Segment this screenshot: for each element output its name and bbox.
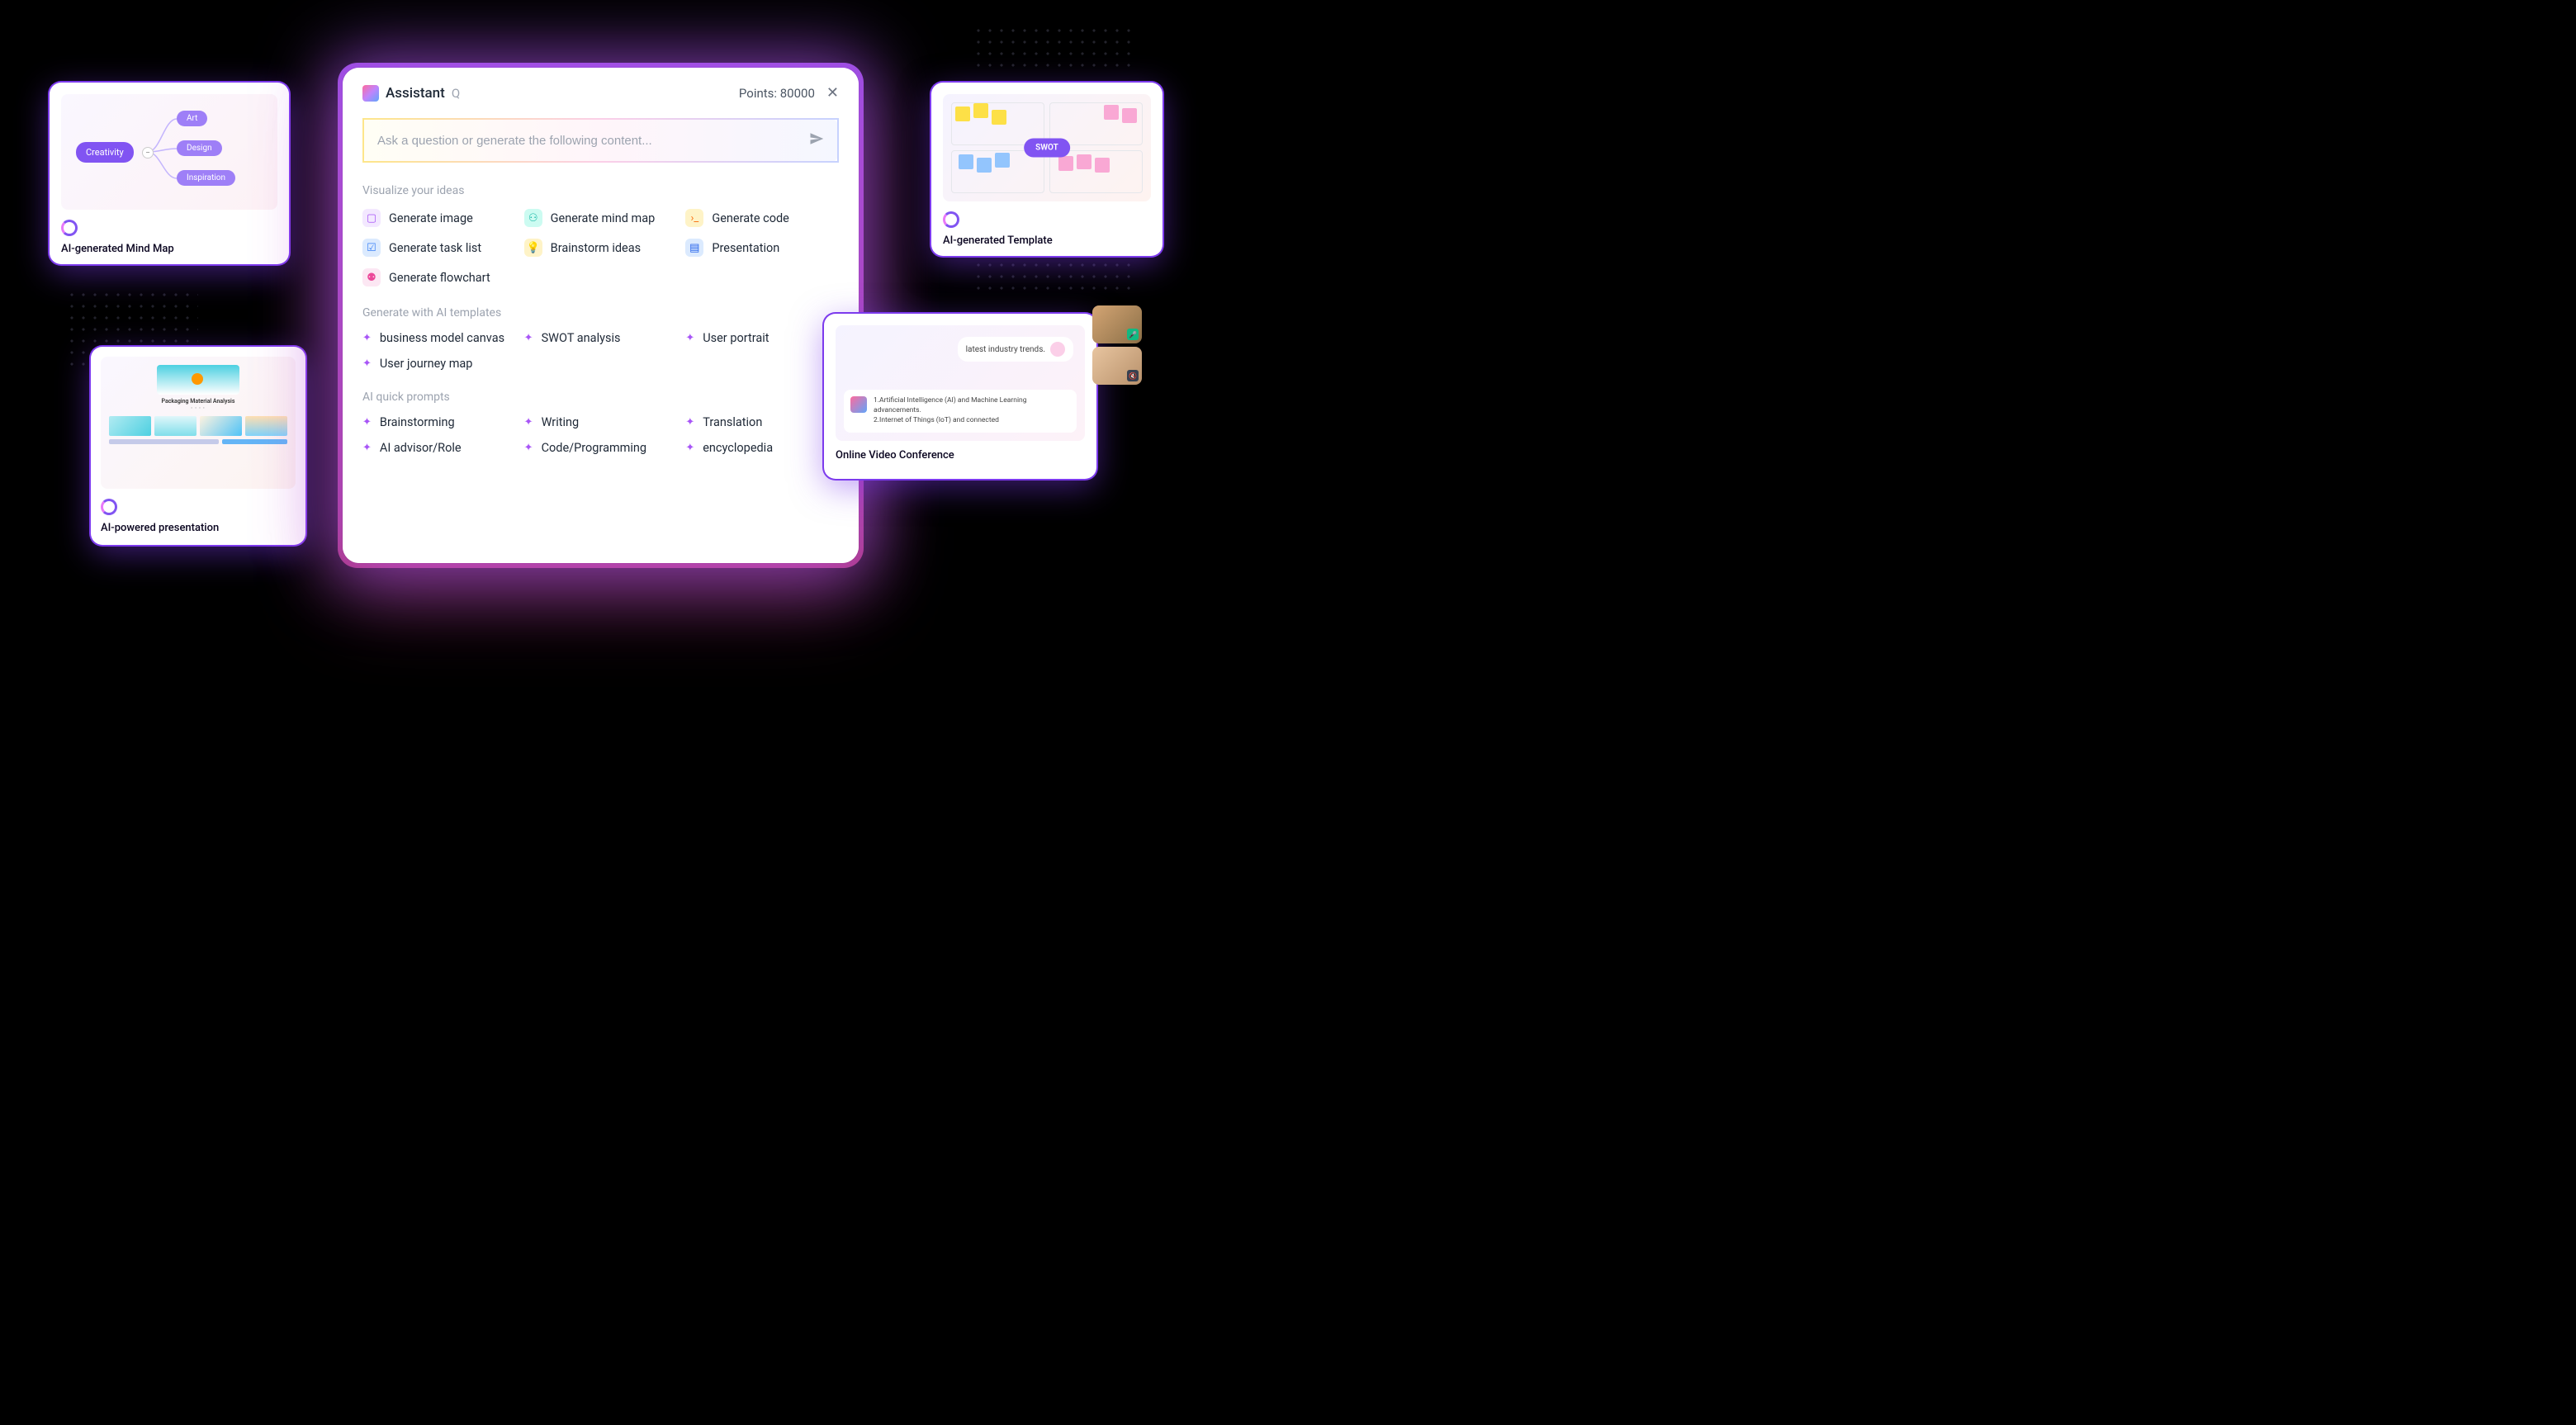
sparkle-icon: ✦ <box>685 442 694 454</box>
sparkle-icon: ✦ <box>685 416 694 428</box>
lightbulb-icon: 💡 <box>524 239 542 257</box>
presentation-preview: Packaging Material Analysis • • • • <box>101 357 296 489</box>
checklist-icon: ☑ <box>362 239 381 257</box>
sparkle-icon: ✦ <box>524 442 533 454</box>
swot-badge: SWOT <box>1024 139 1070 158</box>
decorative-dots <box>973 25 1138 74</box>
mic-on-icon: 🎤 <box>1127 329 1139 340</box>
loading-spinner-icon <box>61 220 78 236</box>
generate-tasklist-option[interactable]: ☑Generate task list <box>362 239 516 257</box>
journey-template-option[interactable]: ✦User journey map <box>362 357 516 371</box>
mindmap-card[interactable]: Creativity − Art Design Inspiration AI-g… <box>50 83 289 264</box>
participant-tile: 🔇 <box>1092 347 1142 385</box>
presentation-thumbs <box>109 416 287 436</box>
mic-off-icon: 🔇 <box>1127 370 1139 381</box>
assistant-panel: Assistant Q Points: 80000 ✕ Visualize yo… <box>343 68 859 563</box>
sparkle-icon: ✦ <box>362 332 372 344</box>
mindmap-child-node: Art <box>177 111 207 126</box>
image-icon: ▢ <box>362 209 381 227</box>
presentation-slide-title: Packaging Material Analysis <box>162 398 235 405</box>
mindmap-card-caption: AI-generated Mind Map <box>61 243 277 255</box>
mindmap-root-node: Creativity <box>76 142 134 163</box>
prompts-section-label: AI quick prompts <box>362 391 839 404</box>
prompt-input[interactable] <box>377 134 809 148</box>
video-participants: 🎤 🔇 <box>1092 305 1142 385</box>
presentation-card-caption: AI-powered presentation <box>101 522 296 534</box>
sparkle-icon: ✦ <box>524 332 533 344</box>
chat-bubble: latest industry trends. <box>958 337 1073 362</box>
generate-flowchart-option[interactable]: ⚉Generate flowchart <box>362 268 516 286</box>
sparkle-icon: ✦ <box>524 416 533 428</box>
mindmap-child-node: Design <box>177 140 222 156</box>
template-preview: SWOT <box>943 94 1151 201</box>
video-conference-preview: latest industry trends. 1.Artificial Int… <box>836 325 1085 441</box>
encyclopedia-prompt-option[interactable]: ✦encyclopedia <box>685 441 839 455</box>
mindmap-child-node: Inspiration <box>177 170 235 186</box>
generate-code-option[interactable]: ›_Generate code <box>685 209 839 227</box>
bmc-template-option[interactable]: ✦business model canvas <box>362 331 516 345</box>
assistant-title: Assistant <box>386 85 445 102</box>
code-icon: ›_ <box>685 209 703 227</box>
mindmap-collapse-icon: − <box>142 147 154 159</box>
visualize-section-label: Visualize your ideas <box>362 184 839 197</box>
generate-image-option[interactable]: ▢Generate image <box>362 209 516 227</box>
sparkle-icon: ✦ <box>362 357 372 370</box>
mindmap-icon: ⚇ <box>524 209 542 227</box>
close-icon[interactable]: ✕ <box>826 84 839 102</box>
assistant-header: Assistant Q Points: 80000 ✕ <box>362 84 839 102</box>
help-icon[interactable]: Q <box>452 86 460 101</box>
points-label: Points: 80000 <box>739 86 815 101</box>
loading-spinner-icon <box>101 499 117 515</box>
template-card[interactable]: SWOT AI-generated Template <box>931 83 1163 256</box>
avatar-icon <box>1050 342 1065 357</box>
presentation-card[interactable]: Packaging Material Analysis • • • • AI-p… <box>91 347 305 545</box>
ai-doc-preview: 1.Artificial Intelligence (AI) and Machi… <box>844 390 1077 433</box>
templates-section-label: Generate with AI templates <box>362 306 839 320</box>
brand-logo-icon <box>850 396 867 413</box>
flowchart-icon: ⚉ <box>362 268 381 286</box>
mindmap-preview: Creativity − Art Design Inspiration <box>61 94 277 210</box>
video-card-caption: Online Video Conference <box>836 449 1085 462</box>
loading-spinner-icon <box>943 211 959 228</box>
brainstorming-prompt-option[interactable]: ✦Brainstorming <box>362 415 516 429</box>
brainstorm-option[interactable]: 💡Brainstorm ideas <box>524 239 678 257</box>
writing-prompt-option[interactable]: ✦Writing <box>524 415 678 429</box>
presentation-bars <box>109 439 287 444</box>
advisor-prompt-option[interactable]: ✦AI advisor/Role <box>362 441 516 455</box>
swot-template-option[interactable]: ✦SWOT analysis <box>524 331 678 345</box>
sparkle-icon: ✦ <box>685 332 694 344</box>
presentation-option[interactable]: ▤Presentation <box>685 239 839 257</box>
portrait-template-option[interactable]: ✦User portrait <box>685 331 839 345</box>
brand-logo-icon <box>362 85 379 102</box>
generate-mindmap-option[interactable]: ⚇Generate mind map <box>524 209 678 227</box>
translation-prompt-option[interactable]: ✦Translation <box>685 415 839 429</box>
sparkle-icon: ✦ <box>362 416 372 428</box>
code-prompt-option[interactable]: ✦Code/Programming <box>524 441 678 455</box>
sparkle-icon: ✦ <box>362 442 372 454</box>
video-conference-card[interactable]: latest industry trends. 1.Artificial Int… <box>824 314 1096 479</box>
presentation-icon: ▤ <box>685 239 703 257</box>
participant-tile: 🎤 <box>1092 305 1142 343</box>
presentation-hero-image <box>157 365 239 395</box>
presentation-subtitle: • • • • <box>191 406 205 411</box>
template-card-caption: AI-generated Template <box>943 234 1151 247</box>
prompt-input-container[interactable] <box>362 118 839 163</box>
send-icon[interactable] <box>809 131 824 149</box>
